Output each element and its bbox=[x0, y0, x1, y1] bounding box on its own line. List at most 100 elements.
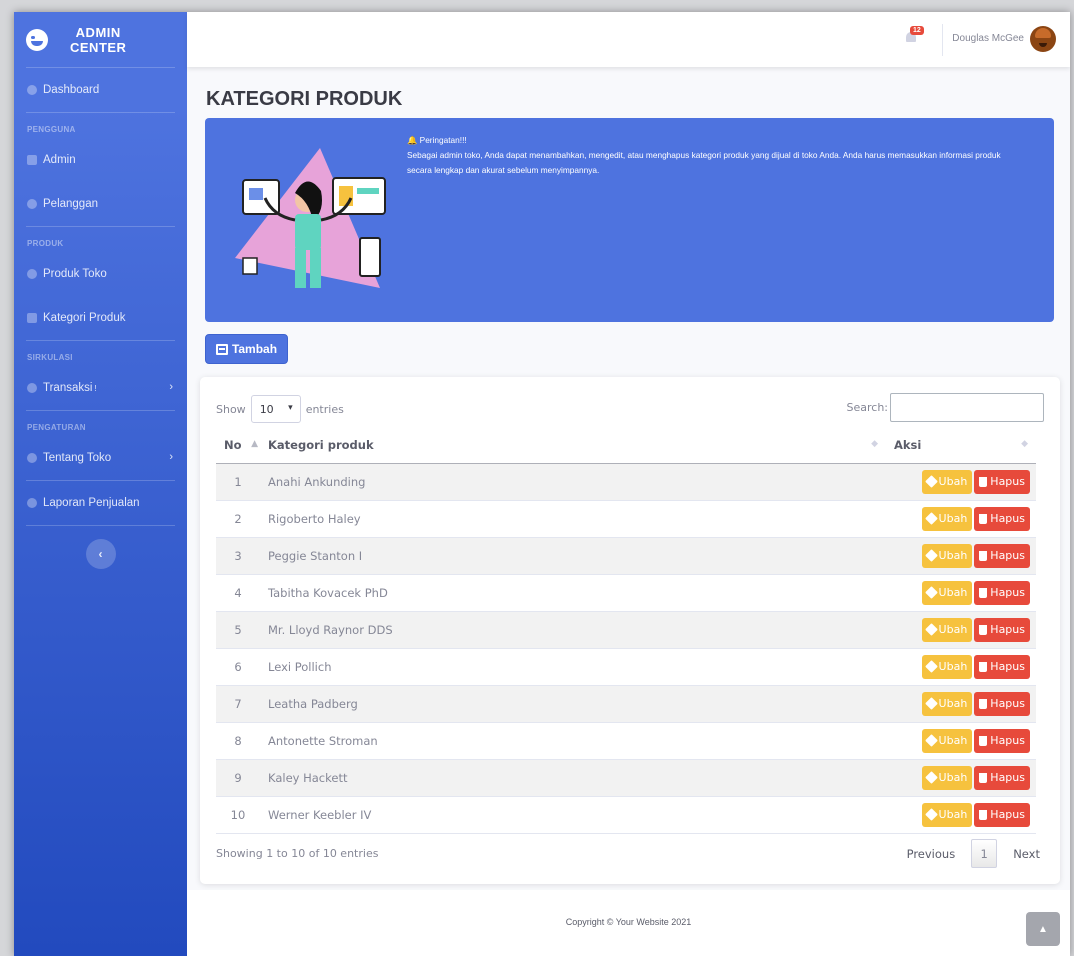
table-search: Search: bbox=[847, 393, 1044, 422]
category-name: Werner Keebler IV bbox=[260, 796, 886, 834]
main-content: KATEGORI PRODUK 🔔 Peringatan!!! Sebagai … bbox=[187, 67, 1070, 956]
add-category-button[interactable]: Tambah bbox=[205, 334, 288, 364]
edit-button[interactable]: Ubah bbox=[921, 469, 973, 494]
app-window: ADMIN CENTER Dashboard PENGGUNA Admin Pe… bbox=[14, 12, 1070, 956]
category-table: No ▲ Kategori produk ◆ Aksi ◆ 1 Anahi Ankund… bbox=[216, 427, 1036, 834]
row-actions: Ubah Hapus bbox=[886, 574, 1036, 612]
column-header-kategori[interactable]: Kategori produk ◆ bbox=[260, 427, 886, 464]
search-input[interactable] bbox=[890, 393, 1044, 422]
trash-icon bbox=[979, 476, 988, 487]
trash-icon bbox=[979, 698, 988, 709]
transaksi-badge: ! bbox=[94, 383, 97, 393]
hammer-icon bbox=[924, 549, 938, 562]
row-actions: Ubah Hapus bbox=[886, 685, 1036, 723]
trash-icon bbox=[979, 735, 988, 746]
brand-text: ADMIN CENTER bbox=[70, 24, 127, 55]
edit-button[interactable]: Ubah bbox=[921, 506, 973, 531]
scroll-to-top-button[interactable]: ▲ bbox=[1026, 912, 1060, 946]
sidebar-divider bbox=[26, 525, 175, 526]
delete-button[interactable]: Hapus bbox=[974, 765, 1030, 790]
sidebar-item-label: Admin bbox=[43, 154, 76, 166]
sidebar-item-tentang-toko[interactable]: Tentang Toko › bbox=[14, 436, 187, 480]
page-1-button[interactable]: 1 bbox=[971, 839, 998, 868]
cog-icon bbox=[27, 453, 37, 463]
alerts-dropdown[interactable]: 12 bbox=[906, 26, 924, 44]
delete-button[interactable]: Hapus bbox=[974, 543, 1030, 568]
trash-icon bbox=[979, 772, 988, 783]
delete-button[interactable]: Hapus bbox=[974, 506, 1030, 531]
delete-button[interactable]: Hapus bbox=[974, 617, 1030, 642]
sidebar-item-dashboard[interactable]: Dashboard bbox=[14, 68, 187, 112]
sidebar-item-label: Transaksi bbox=[43, 382, 93, 394]
folder-icon bbox=[27, 313, 37, 323]
column-header-aksi[interactable]: Aksi ◆ bbox=[886, 427, 1036, 464]
delete-button[interactable]: Hapus bbox=[974, 469, 1030, 494]
trash-icon bbox=[979, 661, 988, 672]
sidebar-item-kategori-produk[interactable]: Kategori Produk bbox=[14, 296, 187, 340]
next-page-button[interactable]: Next bbox=[1013, 847, 1040, 861]
edit-button[interactable]: Ubah bbox=[921, 580, 973, 605]
delete-button[interactable]: Hapus bbox=[974, 654, 1030, 679]
sidebar-heading-pengaturan: PENGATURAN bbox=[27, 423, 86, 432]
delete-button[interactable]: Hapus bbox=[974, 802, 1030, 827]
edit-button[interactable]: Ubah bbox=[921, 728, 973, 753]
edit-button[interactable]: Ubah bbox=[921, 765, 973, 790]
sidebar-item-produk-toko[interactable]: Produk Toko bbox=[14, 252, 187, 296]
bell-icon: 🔔 bbox=[407, 135, 418, 145]
sidebar-toggle-button[interactable]: ‹ bbox=[85, 539, 116, 569]
hammer-icon bbox=[924, 771, 938, 784]
warning-text: 🔔 Peringatan!!! Sebagai admin toko, Anda… bbox=[407, 133, 1014, 178]
edit-button[interactable]: Ubah bbox=[921, 802, 973, 827]
sidebar-item-label: Laporan Penjualan bbox=[43, 497, 140, 509]
row-number: 9 bbox=[216, 759, 260, 797]
warning-message: Sebagai admin toko, Anda dapat menambahk… bbox=[407, 150, 1001, 175]
table-row: 3 Peggie Stanton I Ubah Hapus bbox=[216, 537, 1036, 575]
delete-button[interactable]: Hapus bbox=[974, 580, 1030, 605]
edit-button[interactable]: Ubah bbox=[921, 691, 973, 716]
trash-icon bbox=[979, 624, 988, 635]
entries-select[interactable]: 10 ▾ bbox=[250, 395, 301, 423]
delete-button[interactable]: Hapus bbox=[974, 691, 1030, 716]
hammer-icon bbox=[924, 586, 938, 599]
table-header-row: No ▲ Kategori produk ◆ Aksi ◆ bbox=[216, 427, 1036, 464]
sidebar-item-pelanggan[interactable]: Pelanggan bbox=[14, 182, 187, 226]
hammer-icon bbox=[924, 660, 938, 673]
copyright-text: Copyright © Your Website 2021 bbox=[565, 917, 692, 927]
row-number: 2 bbox=[216, 500, 260, 538]
table-row: 9 Kaley Hackett Ubah Hapus bbox=[216, 759, 1036, 797]
avatar[interactable] bbox=[1030, 26, 1056, 52]
user-name[interactable]: Douglas McGee bbox=[952, 33, 1024, 44]
edit-button[interactable]: Ubah bbox=[921, 543, 973, 568]
laugh-wink-icon bbox=[26, 28, 48, 51]
chevron-up-icon: ▲ bbox=[1038, 923, 1048, 935]
table-body: 1 Anahi Ankunding Ubah Hapus 2 Rigoberto Hale… bbox=[216, 463, 1036, 834]
sidebar-item-admin[interactable]: Admin bbox=[14, 138, 187, 182]
sidebar: ADMIN CENTER Dashboard PENGGUNA Admin Pe… bbox=[14, 12, 187, 956]
brand[interactable]: ADMIN CENTER bbox=[14, 12, 187, 67]
hammer-icon bbox=[924, 734, 938, 747]
table-row: 1 Anahi Ankunding Ubah Hapus bbox=[216, 463, 1036, 501]
alerts-badge: 12 bbox=[910, 26, 924, 35]
previous-page-button[interactable]: Previous bbox=[907, 847, 956, 861]
row-number: 8 bbox=[216, 722, 260, 760]
page-title: KATEGORI PRODUK bbox=[206, 88, 403, 110]
row-actions: Ubah Hapus bbox=[886, 611, 1036, 649]
delete-button[interactable]: Hapus bbox=[974, 728, 1030, 753]
edit-button[interactable]: Ubah bbox=[921, 617, 973, 642]
edit-button[interactable]: Ubah bbox=[921, 654, 973, 679]
table-row: 5 Mr. Lloyd Raynor DDS Ubah Hapus bbox=[216, 611, 1036, 649]
category-name: Peggie Stanton I bbox=[260, 537, 886, 575]
sort-asc-icon: ▲ bbox=[251, 439, 258, 449]
row-actions: Ubah Hapus bbox=[886, 463, 1036, 501]
hammer-icon bbox=[924, 697, 938, 710]
category-name: Rigoberto Haley bbox=[260, 500, 886, 538]
table-row: 10 Werner Keebler IV Ubah Hapus bbox=[216, 796, 1036, 834]
category-name: Tabitha Kovacek PhD bbox=[260, 574, 886, 612]
recycle-icon bbox=[27, 383, 37, 393]
trash-icon bbox=[979, 809, 988, 820]
sidebar-item-transaksi[interactable]: Transaksi ! › bbox=[14, 366, 187, 410]
sidebar-heading-pengguna: PENGGUNA bbox=[27, 125, 76, 134]
sidebar-item-laporan-penjualan[interactable]: Laporan Penjualan bbox=[14, 481, 187, 525]
category-name: Anahi Ankunding bbox=[260, 463, 886, 501]
column-header-no[interactable]: No ▲ bbox=[216, 427, 260, 464]
